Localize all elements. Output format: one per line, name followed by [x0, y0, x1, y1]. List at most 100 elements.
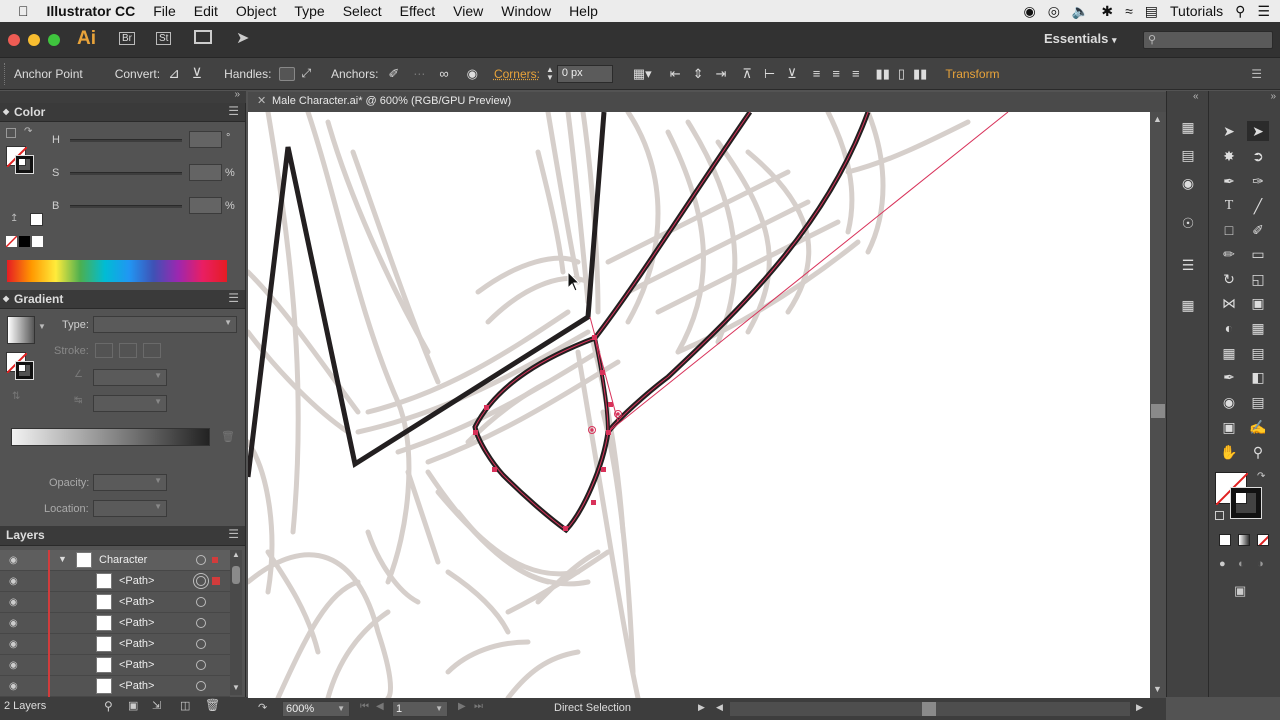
gradient-panel-menu-icon[interactable]: ☰	[228, 291, 239, 305]
vertical-scrollbar[interactable]: ▲ ▼	[1150, 112, 1166, 698]
menu-window[interactable]: Window	[492, 3, 560, 19]
menu-view[interactable]: View	[444, 3, 492, 19]
gradient-angle-input[interactable]: ▼	[93, 369, 167, 386]
collapse-panels-icon[interactable]: »	[234, 89, 240, 100]
layer-row-path[interactable]: ◉ <Path>	[0, 613, 230, 634]
visibility-eye-icon[interactable]: ◉	[9, 597, 18, 608]
artboard-canvas[interactable]	[248, 112, 1150, 698]
saturation-input[interactable]	[189, 164, 222, 181]
search-help-input[interactable]: ⚲	[1143, 31, 1273, 49]
convert-to-smooth-icon[interactable]: ⊻	[192, 65, 202, 82]
hide-handles-icon[interactable]: ⤢	[301, 66, 311, 81]
default-fill-stroke-icon[interactable]	[6, 128, 16, 138]
apple-icon[interactable]: 	[0, 3, 38, 19]
target-circle-icon[interactable]	[196, 597, 206, 607]
layer-row-path[interactable]: ◉ <Path>	[0, 655, 230, 676]
gpu-performance-icon[interactable]: ➤	[236, 28, 249, 48]
zoom-level-select[interactable]: 600% ▼	[282, 701, 350, 717]
align-left-icon[interactable]: ⇤	[670, 66, 681, 82]
connect-anchors-icon[interactable]: ⋯	[413, 67, 425, 81]
swap-fill-stroke-icon[interactable]: ↷	[24, 126, 32, 137]
align-vertical-center-icon[interactable]: ⊢	[764, 66, 775, 82]
path-name[interactable]: <Path>	[119, 575, 154, 587]
curvature-tool-icon[interactable]: ✑	[1247, 171, 1269, 191]
hand-tool-icon[interactable]: ✋	[1218, 442, 1240, 462]
stroke-panel-icon[interactable]: ☰	[1177, 255, 1199, 275]
hue-input[interactable]	[189, 131, 222, 148]
gradient-tool-icon[interactable]: ▤	[1247, 343, 1269, 363]
libraries-panel-icon[interactable]: ▦	[1177, 117, 1199, 137]
menu-edit[interactable]: Edit	[185, 3, 227, 19]
color-guide-panel-icon[interactable]: ◉	[1177, 173, 1199, 193]
previous-artboard-icon[interactable]: ◀	[376, 701, 384, 712]
layer-row-path[interactable]: ◉ <Path>	[0, 676, 230, 697]
layer-row-character[interactable]: ◉ ▼ Character	[0, 550, 230, 571]
target-circle-icon[interactable]	[196, 639, 206, 649]
scale-tool-icon[interactable]: ◱	[1247, 269, 1269, 289]
properties-panel-icon[interactable]: ▤	[1177, 145, 1199, 165]
type-tool-icon[interactable]: T	[1218, 196, 1240, 216]
rotate-tool-icon[interactable]: ↻	[1218, 269, 1240, 289]
gradient-location-input[interactable]: ▼	[93, 500, 167, 517]
draw-inside-icon[interactable]: ◑	[1257, 558, 1264, 570]
visibility-eye-icon[interactable]: ◉	[9, 576, 18, 587]
align-horizontal-center-icon[interactable]: ⇕	[693, 66, 704, 82]
select-similar-icon[interactable]: ▦▾	[633, 66, 652, 82]
visibility-eye-icon[interactable]: ◉	[9, 639, 18, 650]
record-icon[interactable]: ◎	[1048, 3, 1060, 20]
artboard-number-select[interactable]: 1 ▼	[392, 701, 448, 717]
export-icon[interactable]: ↷	[258, 701, 267, 714]
gradient-slider-bar[interactable]	[11, 428, 210, 446]
menu-object[interactable]: Object	[227, 3, 285, 19]
distribute-bottom-icon[interactable]: ≡	[852, 66, 860, 81]
visibility-eye-icon[interactable]: ◉	[9, 618, 18, 629]
lasso-tool-icon[interactable]: ➲	[1247, 146, 1269, 166]
column-graph-tool-icon[interactable]: ▤	[1247, 392, 1269, 412]
close-window-button[interactable]	[8, 34, 20, 46]
corners-radius-input[interactable]: 0 px	[556, 64, 613, 83]
new-sublayer-icon[interactable]: ⇲	[152, 699, 161, 712]
gradient-mode-button[interactable]	[1238, 534, 1250, 546]
target-circle-icon[interactable]	[196, 576, 206, 586]
control-bar-menu-icon[interactable]: ☰	[1251, 67, 1262, 81]
distribute-top-icon[interactable]: ≡	[813, 66, 821, 81]
gradient-stroke-swatch[interactable]	[15, 361, 34, 380]
layer-row-path[interactable]: ◉ <Path>	[0, 634, 230, 655]
control-bar-grip[interactable]	[4, 62, 8, 85]
visibility-eye-icon[interactable]: ◉	[9, 555, 18, 566]
symbol-sprayer-tool-icon[interactable]: ◉	[1218, 392, 1240, 412]
zoom-tool-icon[interactable]: ⚲	[1247, 442, 1269, 462]
distribute-right-icon[interactable]: ▮▮	[913, 66, 927, 82]
scroll-down-arrow-icon[interactable]: ▼	[1153, 684, 1162, 694]
workspace-switcher[interactable]: Essentials ▾	[1044, 31, 1116, 46]
eraser-tool-icon[interactable]: ▭	[1247, 244, 1269, 264]
pencil-tool-icon[interactable]: ✏	[1218, 244, 1240, 264]
path-name[interactable]: <Path>	[119, 659, 154, 671]
none-mode-button[interactable]	[1257, 534, 1269, 546]
target-circle-icon[interactable]	[196, 660, 206, 670]
gradient-panel-header[interactable]: ◆ Gradient ☰	[0, 290, 245, 309]
wifi-icon[interactable]: ≈	[1125, 3, 1133, 19]
first-artboard-icon[interactable]: ⏮	[360, 701, 369, 712]
isolate-selected-icon[interactable]: ◉	[467, 66, 478, 82]
align-right-icon[interactable]: ⇥	[716, 66, 727, 82]
expand-triangle-icon[interactable]: ▼	[58, 554, 67, 564]
creative-cloud-icon[interactable]: ◉	[1023, 3, 1035, 20]
path-name[interactable]: <Path>	[119, 617, 154, 629]
corners-label[interactable]: Corners:	[494, 67, 540, 81]
rectangle-tool-icon[interactable]: □	[1218, 220, 1240, 240]
white-color-swatch[interactable]	[32, 236, 43, 247]
selection-indicator-icon[interactable]	[212, 557, 218, 563]
color-mode-button[interactable]	[1219, 534, 1231, 546]
align-top-icon[interactable]: ⊼	[742, 66, 752, 82]
pen-tool-icon[interactable]: ✒	[1218, 171, 1240, 191]
reverse-gradient-icon[interactable]: ⇅	[12, 391, 20, 402]
cut-path-icon[interactable]: ∞	[439, 66, 448, 81]
shape-builder-tool-icon[interactable]: ◐	[1218, 318, 1240, 338]
swatches-panel-icon[interactable]: ▦	[1177, 295, 1199, 315]
path-name[interactable]: <Path>	[119, 596, 154, 608]
gradient-aspect-input[interactable]: ▼	[93, 395, 167, 412]
panel-collapse-bar[interactable]: »	[0, 89, 246, 103]
last-artboard-icon[interactable]: ⏭	[474, 701, 483, 712]
last-color-swatch[interactable]	[30, 213, 43, 226]
